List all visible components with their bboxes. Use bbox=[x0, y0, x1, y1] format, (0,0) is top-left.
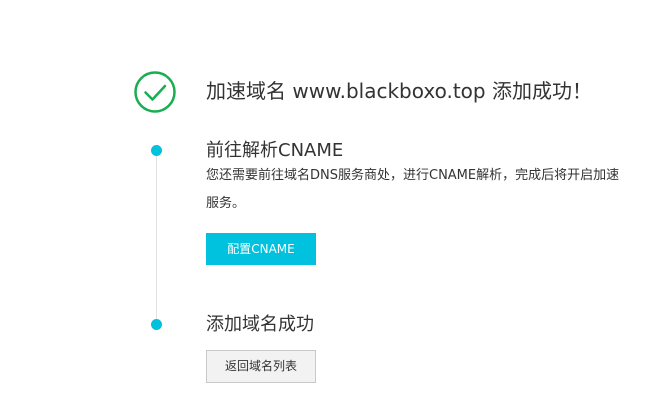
configure-cname-button[interactable]: 配置CNAME bbox=[206, 233, 316, 265]
timeline-dot-added bbox=[151, 319, 162, 330]
add-domain-result-page: 加速域名 www.blackboxo.top 添加成功！ 前往解析CNAME 您… bbox=[0, 0, 670, 401]
timeline-line bbox=[156, 150, 157, 326]
timeline-dot-cname bbox=[151, 145, 162, 156]
check-circle-icon bbox=[134, 71, 176, 113]
success-title: 加速域名 www.blackboxo.top 添加成功！ bbox=[206, 79, 592, 103]
step-title-added: 添加域名成功 bbox=[206, 314, 314, 335]
step-description-cname: 您还需要前往域名DNS服务商处，进行CNAME解析，完成后将开启加速服务。 bbox=[206, 168, 620, 211]
step-title-cname: 前往解析CNAME bbox=[206, 140, 344, 161]
back-to-domain-list-button[interactable]: 返回域名列表 bbox=[206, 350, 316, 383]
